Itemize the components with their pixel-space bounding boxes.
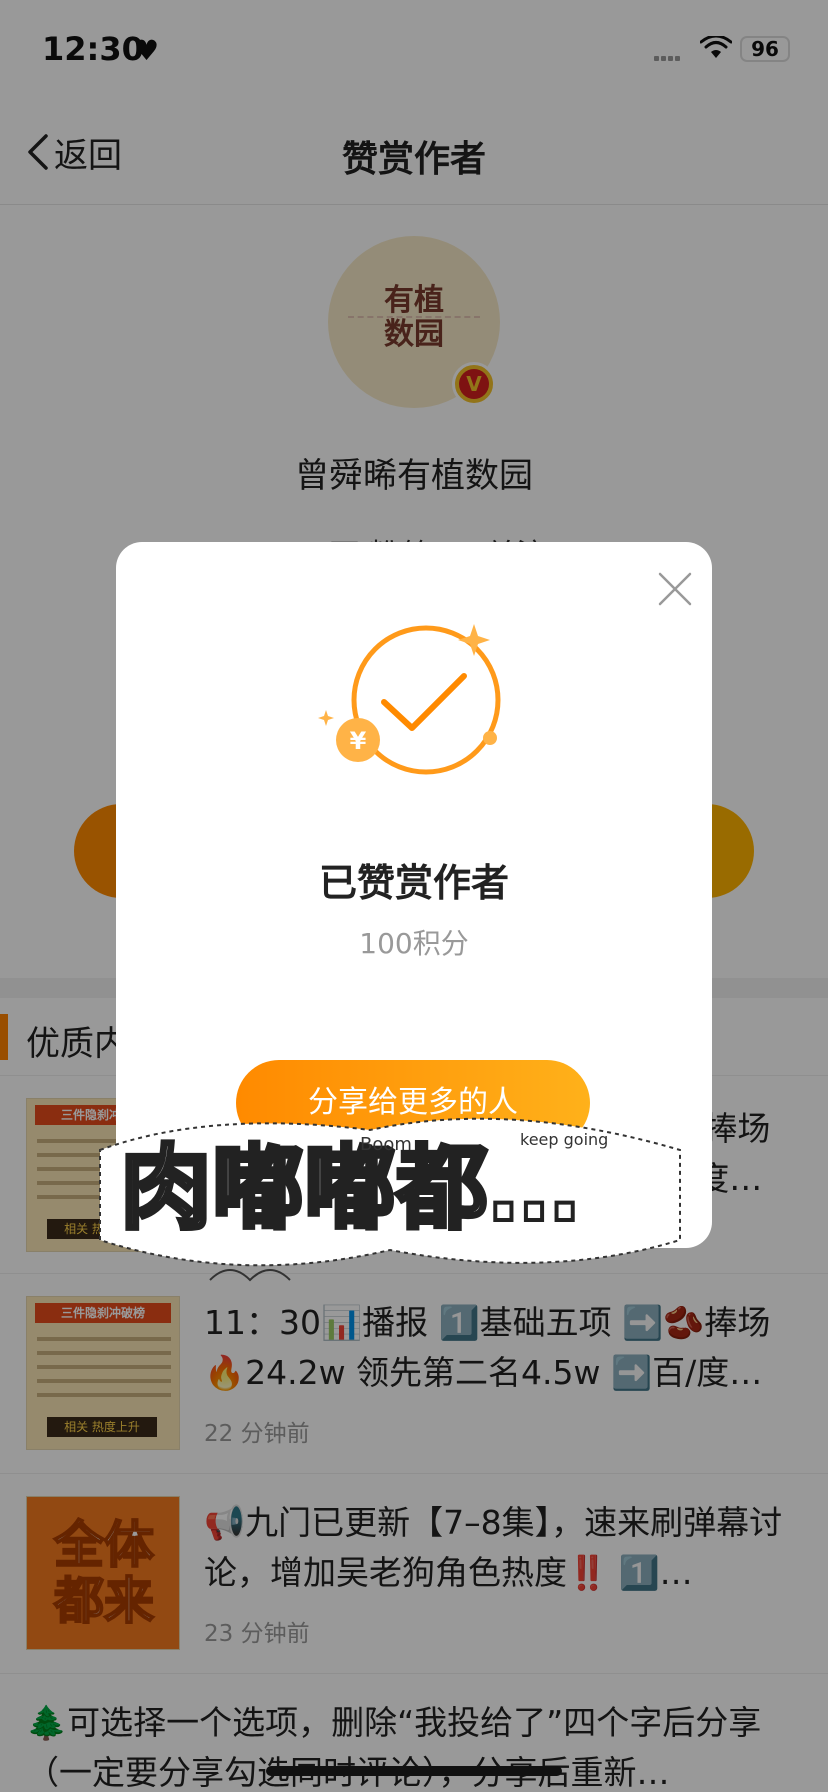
dialog-title: 已赞赏作者 bbox=[318, 861, 509, 905]
currency-symbol: ¥ bbox=[350, 727, 367, 755]
success-check-icon: ¥ bbox=[318, 624, 501, 775]
home-indicator bbox=[266, 1766, 562, 1776]
sticker-small-text: Boom bbox=[360, 1134, 412, 1155]
points-earned: 100积分 bbox=[359, 927, 469, 960]
sticker-text: 肉嘟嘟都… bbox=[120, 1135, 580, 1242]
close-icon[interactable] bbox=[654, 568, 696, 610]
sticker-decoration: 肉嘟嘟都… Boom keep going bbox=[99, 1117, 681, 1282]
sticker-small-text: keep going bbox=[520, 1130, 608, 1149]
